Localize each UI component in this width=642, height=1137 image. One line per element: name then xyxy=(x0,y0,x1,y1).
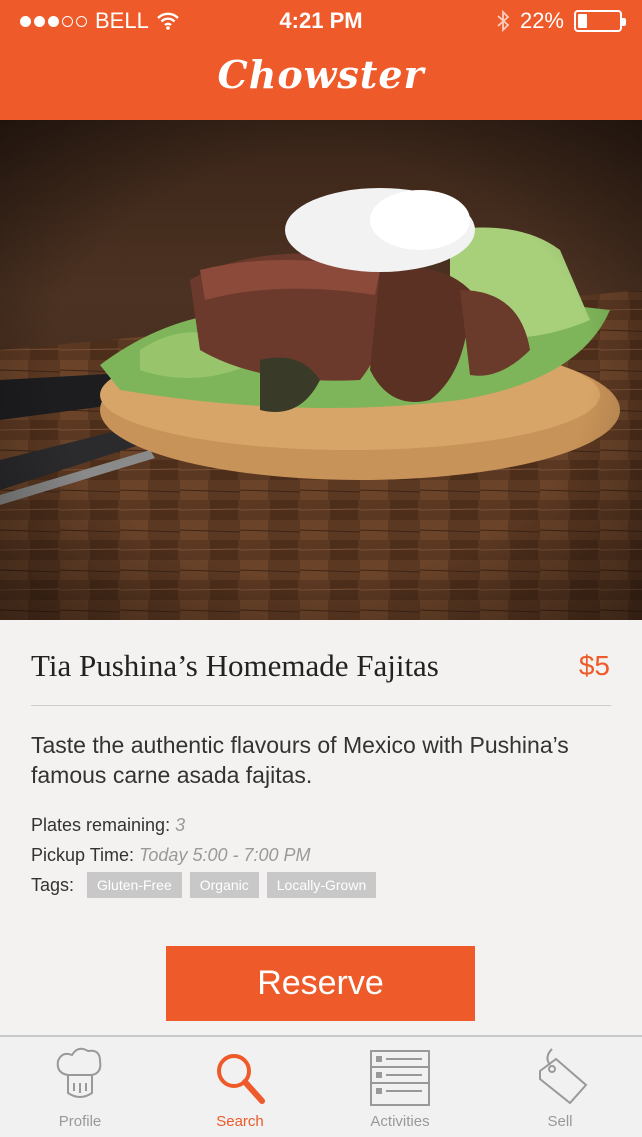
status-bar: BELL 4:21 PM 22% xyxy=(0,0,642,44)
tab-activities-label: Activities xyxy=(370,1113,430,1130)
plates-label: Plates remaining: xyxy=(31,815,171,835)
tab-profile-label: Profile xyxy=(58,1113,102,1130)
tag-organic[interactable]: Organic xyxy=(189,872,259,898)
list-icon xyxy=(370,1050,430,1106)
food-photo xyxy=(0,120,642,620)
tab-bar: Profile Search Activities Sell xyxy=(0,1035,642,1137)
pickup-value: Today 5:00 - 7:00 PM xyxy=(139,845,311,865)
tab-activities[interactable]: Activities xyxy=(320,1037,480,1137)
chef-hat-icon xyxy=(56,1047,102,1098)
tags-label: Tags: xyxy=(31,874,75,895)
tab-sell-label: Sell xyxy=(547,1113,573,1130)
app-logo: Chowster xyxy=(217,52,425,97)
battery-percent: 22% xyxy=(519,8,564,33)
tags-row: Tags: Gluten-Free Organic Locally-Grown xyxy=(31,872,377,898)
tab-profile[interactable]: Profile xyxy=(0,1037,160,1137)
tab-sell[interactable]: Sell xyxy=(480,1037,640,1137)
divider xyxy=(31,705,611,706)
bluetooth-icon xyxy=(497,10,510,32)
search-icon xyxy=(217,1054,265,1104)
listing-price: $5 xyxy=(578,650,610,681)
plates-remaining: Plates remaining: 3 xyxy=(31,815,185,836)
listing-title: Tia Pushina’s Homemade Fajitas xyxy=(31,648,439,683)
pickup-label: Pickup Time: xyxy=(31,845,135,865)
listing-description: Taste the authentic flavours of Mexico w… xyxy=(31,732,569,788)
tag-locally-grown[interactable]: Locally-Grown xyxy=(266,872,377,898)
tab-search[interactable]: Search xyxy=(160,1037,320,1137)
tag-icon xyxy=(539,1048,588,1105)
plates-value: 3 xyxy=(175,815,186,835)
tab-search-label: Search xyxy=(216,1113,264,1130)
app-header: BELL 4:21 PM 22% Chowster xyxy=(0,0,642,120)
tag-gluten-free[interactable]: Gluten-Free xyxy=(87,872,182,898)
pickup-time: Pickup Time: Today 5:00 - 7:00 PM xyxy=(31,845,311,866)
reserve-button[interactable]: Reserve xyxy=(166,946,475,1021)
battery-icon xyxy=(574,10,626,32)
